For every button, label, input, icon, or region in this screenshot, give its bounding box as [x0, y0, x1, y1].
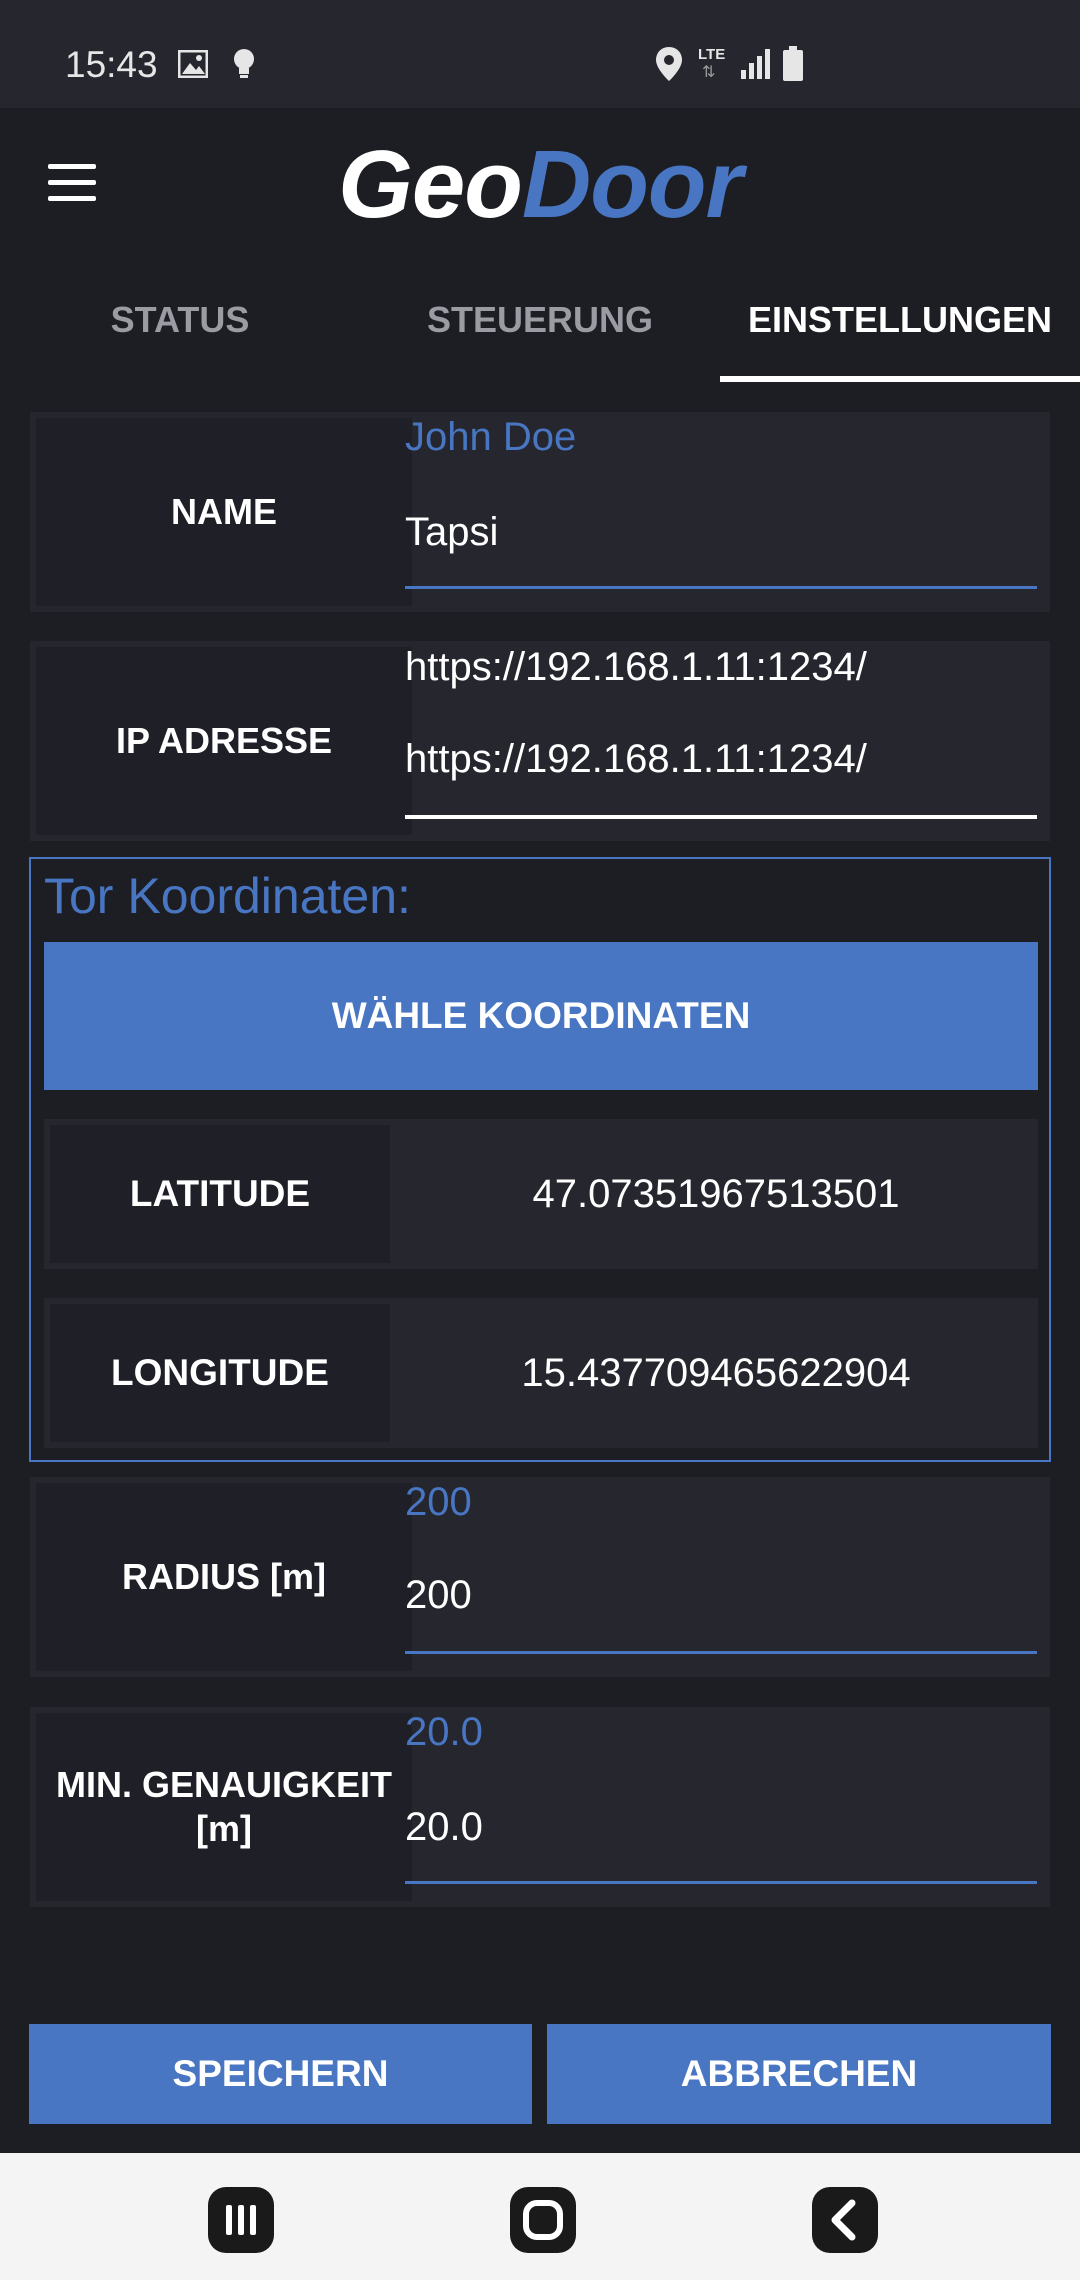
cancel-button[interactable]: ABBRECHEN: [547, 2024, 1051, 2124]
ip-row: IP ADRESSE https://192.168.1.11:1234/ ht…: [30, 641, 1050, 841]
name-label: NAME: [36, 418, 412, 606]
name-input[interactable]: Tapsi: [405, 510, 498, 555]
app-logo: GeoDoor: [0, 130, 1080, 240]
system-nav-bar: [0, 2153, 1080, 2280]
signal-icon: [741, 49, 770, 79]
choose-coordinates-button[interactable]: WÄHLE KOORDINATEN: [44, 942, 1038, 1090]
lte-arrows: ⇅: [702, 64, 716, 81]
name-hint: John Doe: [405, 415, 577, 459]
longitude-label: LONGITUDE: [50, 1304, 390, 1442]
latitude-value: 47.07351967513501: [532, 1171, 900, 1216]
home-icon[interactable]: [508, 2185, 578, 2255]
coordinates-section: Tor Koordinaten: WÄHLE KOORDINATEN LATIT…: [29, 857, 1051, 1462]
name-row: NAME John Doe Tapsi: [30, 412, 1050, 612]
lte-label: LTE: [698, 46, 726, 63]
coordinates-title: Tor Koordinaten:: [44, 868, 411, 924]
status-bar: 15:43 LTE ⇅: [0, 0, 1080, 108]
ip-input[interactable]: https://192.168.1.11:1234/: [405, 737, 867, 782]
ip-label: IP ADRESSE: [36, 647, 412, 835]
bulb-icon: [234, 49, 254, 78]
accuracy-input[interactable]: 20.0: [405, 1805, 483, 1850]
location-icon: [656, 47, 682, 81]
latitude-label: LATITUDE: [50, 1125, 390, 1263]
back-icon[interactable]: [810, 2185, 880, 2255]
longitude-value: 15.437709465622904: [521, 1350, 911, 1395]
accuracy-input-underline: [405, 1881, 1037, 1884]
image-icon: [178, 50, 208, 78]
recent-apps-icon[interactable]: [206, 2185, 276, 2255]
tab-einstellungen[interactable]: EINSTELLUNGEN: [720, 285, 1080, 383]
radius-row: RADIUS [m] 200 200: [30, 1477, 1050, 1677]
ip-hint: https://192.168.1.11:1234/: [405, 645, 867, 689]
battery-icon: [783, 46, 803, 81]
logo-door: Door: [521, 131, 743, 238]
tab-status[interactable]: STATUS: [0, 285, 360, 383]
status-time: 15:43: [65, 44, 158, 85]
radius-input[interactable]: 200: [405, 1573, 472, 1618]
radius-hint: 200: [405, 1480, 472, 1524]
tab-bar: STATUS STEUERUNG EINSTELLUNGEN: [0, 285, 1080, 383]
active-tab-indicator: [720, 376, 1080, 382]
longitude-row: LONGITUDE 15.437709465622904: [44, 1298, 1038, 1448]
tab-steuerung[interactable]: STEUERUNG: [360, 285, 720, 383]
accuracy-label: MIN. GENAUIGKEIT [m]: [36, 1713, 412, 1901]
ip-input-underline: [405, 815, 1037, 819]
radius-input-underline: [405, 1651, 1037, 1654]
accuracy-row: MIN. GENAUIGKEIT [m] 20.0 20.0: [30, 1707, 1050, 1907]
name-input-underline: [405, 586, 1037, 589]
lte-icon: LTE ⇅: [698, 46, 732, 82]
accuracy-hint: 20.0: [405, 1710, 483, 1754]
save-button[interactable]: SPEICHERN: [29, 2024, 532, 2124]
latitude-row: LATITUDE 47.07351967513501: [44, 1119, 1038, 1269]
radius-label: RADIUS [m]: [36, 1483, 412, 1671]
logo-geo: Geo: [338, 131, 523, 238]
